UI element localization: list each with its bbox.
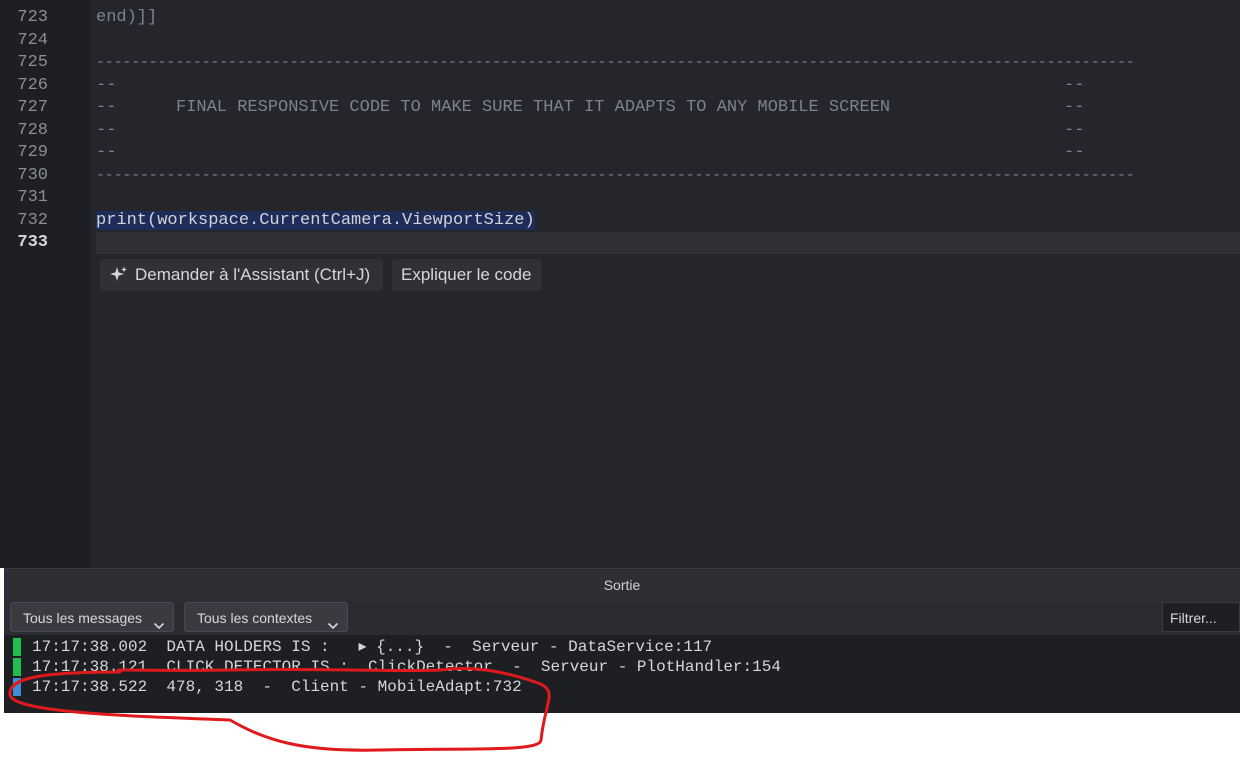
log-list: 17:17:38.002 DATA HOLDERS IS : ▸ {...} -… xyxy=(4,635,1240,713)
code-line-729[interactable]: -- -- xyxy=(96,142,1084,164)
log-message: CLICK DETECTOR IS : ClickDetector - Serv… xyxy=(166,658,781,676)
code-line-725[interactable]: ----------------------------------------… xyxy=(96,52,1135,74)
log-entry[interactable]: 17:17:38.522 478, 318 - Client - MobileA… xyxy=(4,677,1240,697)
contexts-filter-label: Tous les contextes xyxy=(197,610,313,626)
sparkle-icon xyxy=(109,265,129,285)
line-number: 723 xyxy=(17,8,48,27)
line-number: 732 xyxy=(17,211,48,230)
line-number-gutter: 723 724 725 726 727 728 729 730 731 732 … xyxy=(0,0,90,568)
output-panel-title: Sortie xyxy=(4,569,1240,601)
log-timestamp: 17:17:38.002 xyxy=(32,638,148,656)
filter-input[interactable]: Filtrer... xyxy=(1162,602,1240,632)
log-message: DATA HOLDERS IS : ▸ {...} - Serveur - Da… xyxy=(166,638,713,656)
output-panel: Sortie Tous les messages Tous les contex… xyxy=(4,568,1240,713)
messages-filter-dropdown[interactable]: Tous les messages xyxy=(10,602,174,632)
log-level-marker xyxy=(13,678,21,696)
contexts-filter-dropdown[interactable]: Tous les contextes xyxy=(184,602,348,632)
line-number: 724 xyxy=(17,31,48,50)
messages-filter-label: Tous les messages xyxy=(23,610,143,626)
explain-code-label: Expliquer le code xyxy=(401,265,532,284)
line-number: 730 xyxy=(17,166,48,185)
line-number: 731 xyxy=(17,188,48,207)
script-editor[interactable]: 723 724 725 726 727 728 729 730 731 732 … xyxy=(0,0,1240,568)
log-timestamp: 17:17:38.121 xyxy=(32,658,148,676)
line-number: 728 xyxy=(17,121,48,140)
line-number: 726 xyxy=(17,76,48,95)
log-entry[interactable]: 17:17:38.121 CLICK DETECTOR IS : ClickDe… xyxy=(4,657,1240,677)
ask-assistant-label: Demander à l'Assistant (Ctrl+J) xyxy=(135,265,371,284)
code-line-726[interactable]: -- -- xyxy=(96,75,1084,97)
code-line-732[interactable]: print(workspace.CurrentCamera.ViewportSi… xyxy=(96,210,535,232)
log-level-marker xyxy=(13,638,21,656)
selected-code: print(workspace.CurrentCamera.ViewportSi… xyxy=(96,211,535,230)
log-message: 478, 318 - Client - MobileAdapt:732 xyxy=(166,678,522,696)
code-line-727[interactable]: -- FINAL RESPONSIVE CODE TO MAKE SURE THA… xyxy=(96,97,1084,119)
explain-code-button[interactable]: Expliquer le code xyxy=(392,259,542,291)
code-line-723[interactable]: end)]] xyxy=(96,7,157,29)
line-number: 729 xyxy=(17,143,48,162)
log-level-marker xyxy=(13,658,21,676)
log-timestamp: 17:17:38.522 xyxy=(32,678,148,696)
line-number: 727 xyxy=(17,98,48,117)
current-line-highlight xyxy=(96,232,1240,254)
line-number: 725 xyxy=(17,53,48,72)
code-line-730[interactable]: ----------------------------------------… xyxy=(96,165,1135,187)
log-entry[interactable]: 17:17:38.002 DATA HOLDERS IS : ▸ {...} -… xyxy=(4,637,1240,657)
line-number-current: 733 xyxy=(17,233,48,252)
ask-assistant-button[interactable]: Demander à l'Assistant (Ctrl+J) xyxy=(100,259,383,291)
code-line-728[interactable]: -- -- xyxy=(96,120,1084,142)
